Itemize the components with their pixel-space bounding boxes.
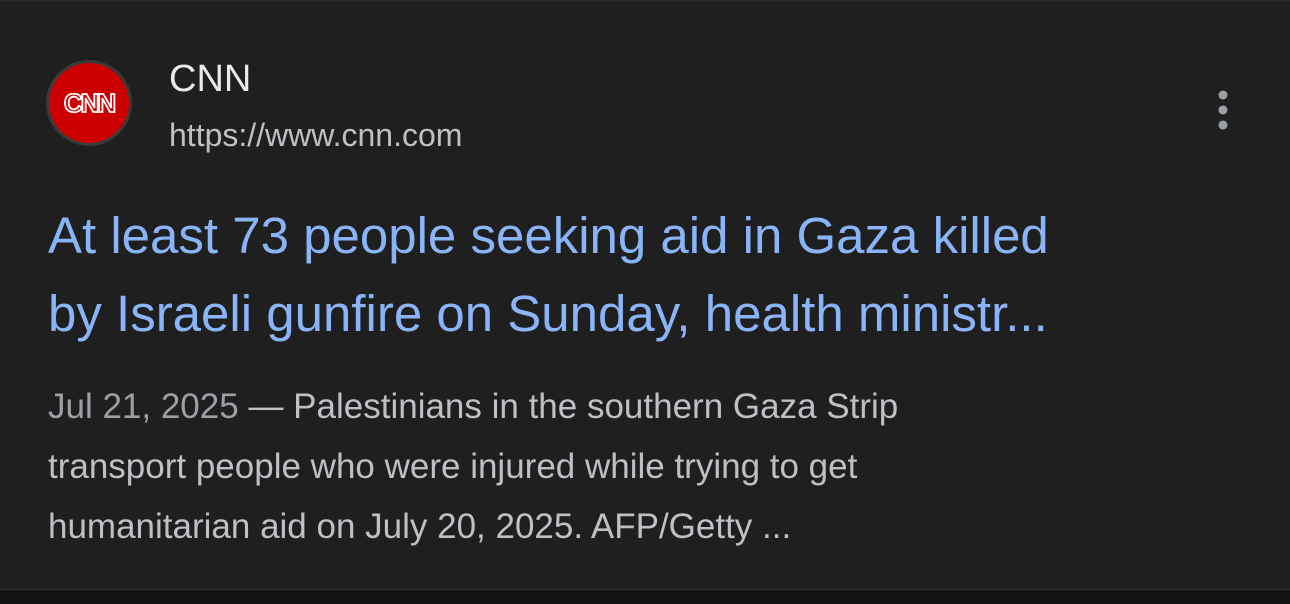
more-options-button[interactable] [1198, 85, 1248, 135]
more-vert-icon [1218, 90, 1228, 130]
site-url[interactable]: https://www.cnn.com [169, 115, 462, 155]
date-separator: — [238, 387, 294, 426]
result-snippet: Jul 21, 2025 — Palestinians in the south… [48, 377, 1238, 557]
snippet-text-1: Palestinians in the southern Gaza Strip [293, 387, 899, 426]
headline-line-2: by Israeli gunfire on Sunday, health min… [48, 285, 1048, 342]
cnn-logo-icon[interactable]: CNN [49, 63, 129, 143]
search-result-card: CNN CNN https://www.cnn.com At least 73 … [0, 0, 1290, 590]
snippet-line-3: humanitarian aid on July 20, 2025. AFP/G… [48, 507, 792, 546]
headline-line-1: At least 73 people seeking aid in Gaza k… [48, 207, 1049, 264]
favicon-text: CNN [64, 88, 116, 118]
site-name[interactable]: CNN [169, 57, 251, 101]
result-headline-link[interactable]: At least 73 people seeking aid in Gaza k… [48, 197, 1238, 353]
result-date: Jul 21, 2025 [48, 387, 239, 426]
snippet-line-1: Jul 21, 2025 — Palestinians in the south… [48, 377, 1238, 437]
snippet-line-2: transport people who were injured while … [48, 447, 858, 486]
